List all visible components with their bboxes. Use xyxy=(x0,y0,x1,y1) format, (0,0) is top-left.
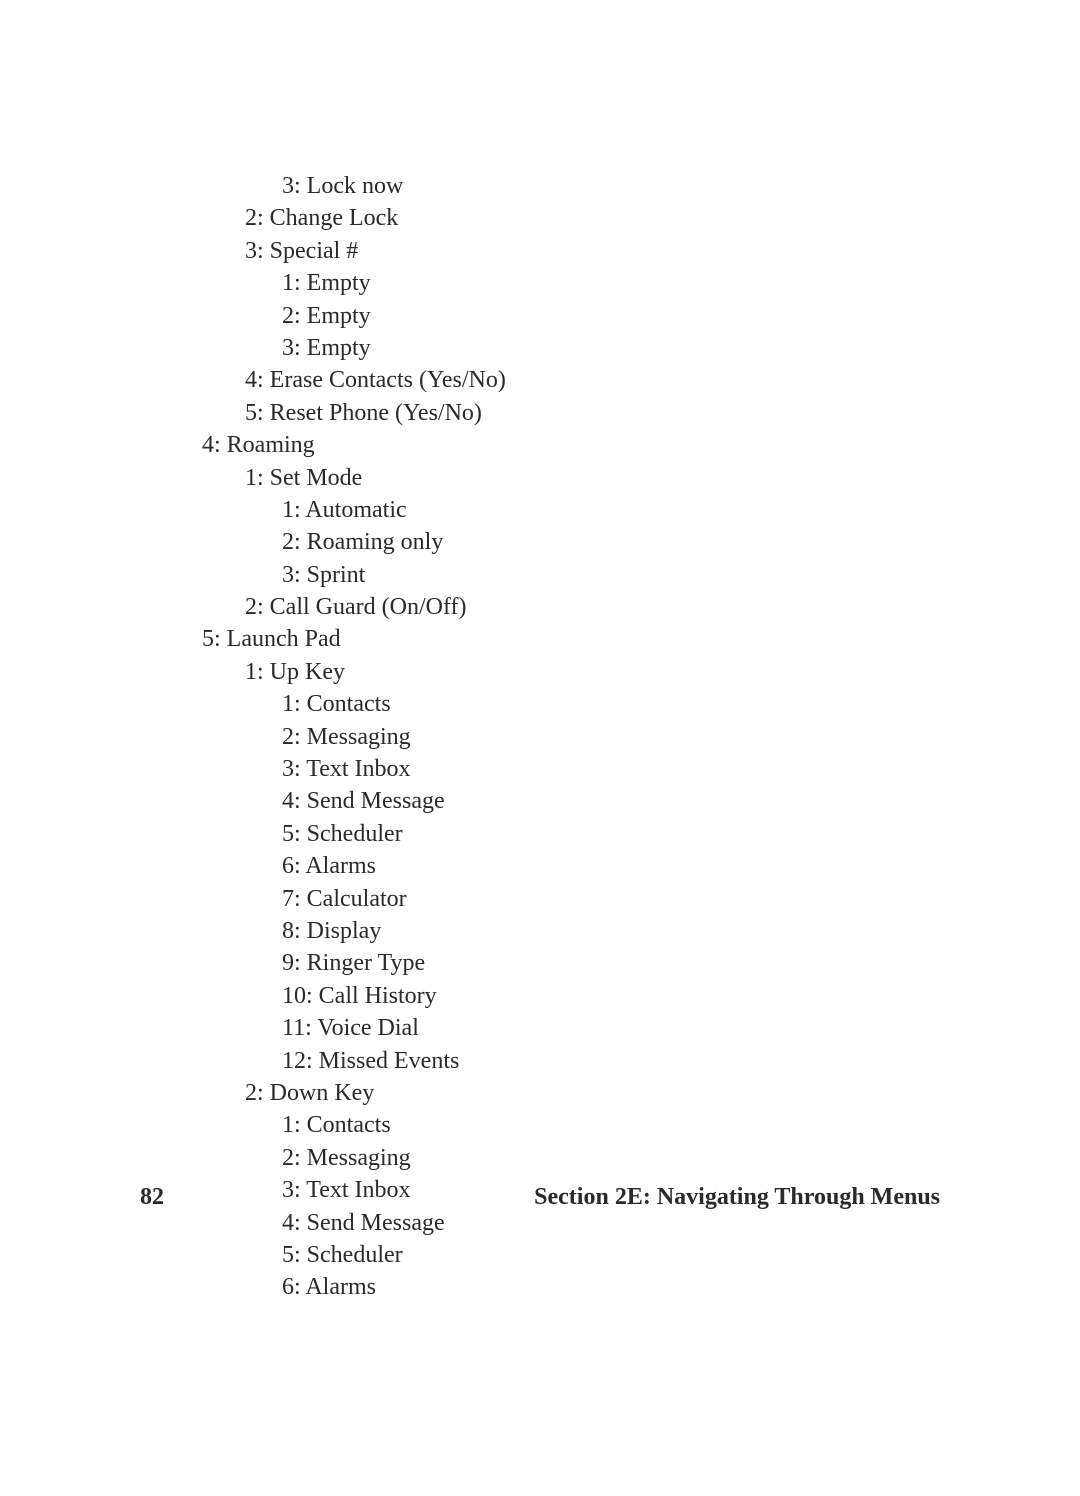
menu-line: 1: Automatic xyxy=(140,494,940,526)
menu-outline: 3: Lock now2: Change Lock3: Special #1: … xyxy=(140,170,940,1304)
menu-line: 10: Call History xyxy=(140,980,940,1012)
menu-line: 6: Alarms xyxy=(140,1271,940,1303)
menu-line: 5: Reset Phone (Yes/No) xyxy=(140,397,940,429)
page-footer: 82 Section 2E: Navigating Through Menus xyxy=(140,1184,940,1211)
menu-line: 2: Roaming only xyxy=(140,526,940,558)
menu-line: 3: Empty xyxy=(140,332,940,364)
menu-line: 8: Display xyxy=(140,915,940,947)
menu-line: 3: Lock now xyxy=(140,170,940,202)
menu-line: 2: Empty xyxy=(140,300,940,332)
menu-line: 2: Messaging xyxy=(140,1142,940,1174)
menu-line: 4: Send Message xyxy=(140,1207,940,1239)
section-title: Section 2E: Navigating Through Menus xyxy=(534,1184,940,1211)
menu-line: 1: Contacts xyxy=(140,688,940,720)
menu-line: 12: Missed Events xyxy=(140,1045,940,1077)
menu-line: 11: Voice Dial xyxy=(140,1012,940,1044)
menu-line: 3: Text Inbox xyxy=(140,753,940,785)
menu-line: 5: Scheduler xyxy=(140,1239,940,1271)
menu-line: 3: Sprint xyxy=(140,559,940,591)
menu-line: 9: Ringer Type xyxy=(140,947,940,979)
menu-line: 2: Call Guard (On/Off) xyxy=(140,591,940,623)
document-page: 3: Lock now2: Change Lock3: Special #1: … xyxy=(0,0,1080,1496)
menu-line: 1: Up Key xyxy=(140,656,940,688)
menu-line: 4: Send Message xyxy=(140,785,940,817)
menu-line: 1: Empty xyxy=(140,267,940,299)
menu-line: 6: Alarms xyxy=(140,850,940,882)
menu-line: 7: Calculator xyxy=(140,883,940,915)
menu-line: 1: Contacts xyxy=(140,1109,940,1141)
menu-line: 4: Erase Contacts (Yes/No) xyxy=(140,364,940,396)
menu-line: 4: Roaming xyxy=(140,429,940,461)
menu-line: 5: Scheduler xyxy=(140,818,940,850)
menu-line: 2: Down Key xyxy=(140,1077,940,1109)
menu-line: 1: Set Mode xyxy=(140,462,940,494)
menu-line: 2: Change Lock xyxy=(140,202,940,234)
menu-line: 3: Special # xyxy=(140,235,940,267)
menu-line: 2: Messaging xyxy=(140,721,940,753)
page-number: 82 xyxy=(140,1184,164,1211)
menu-line: 5: Launch Pad xyxy=(140,623,940,655)
